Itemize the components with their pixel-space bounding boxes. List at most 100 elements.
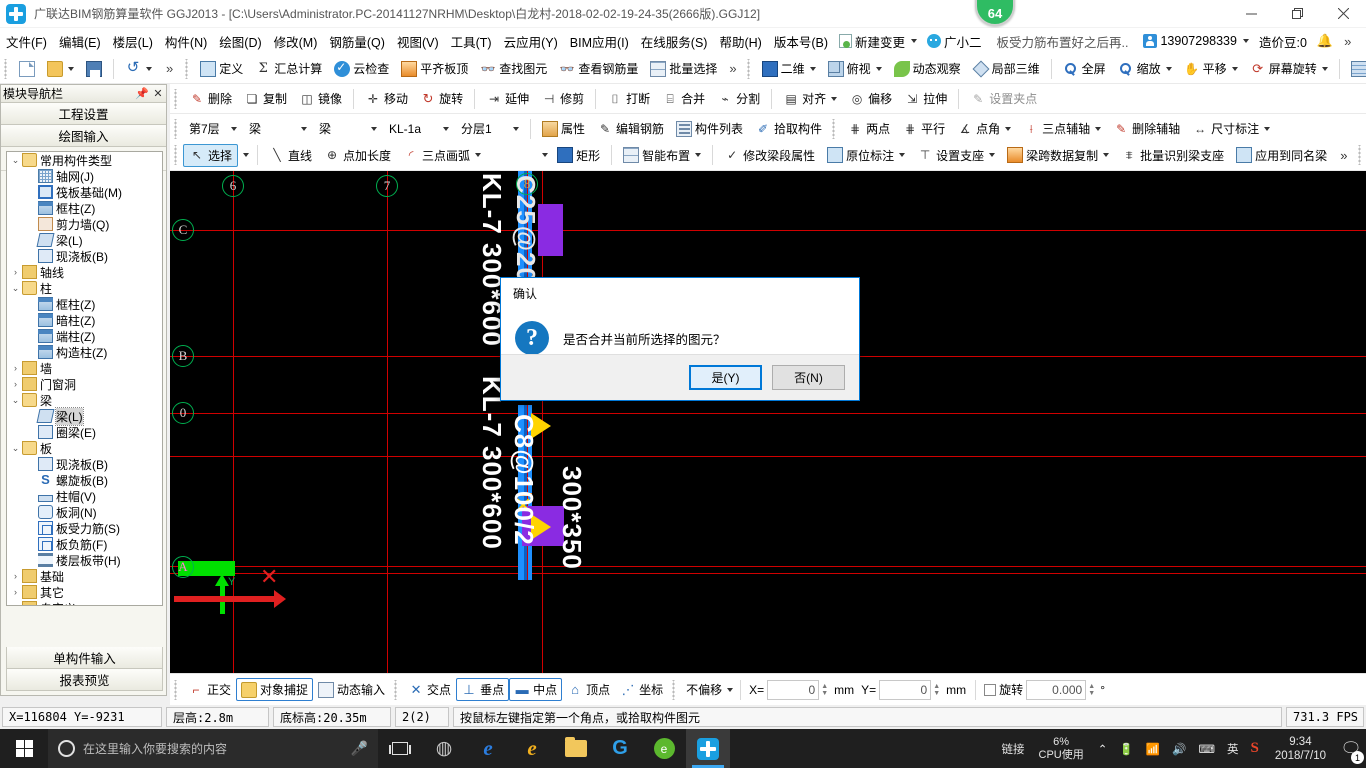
toolbar-grip[interactable]	[173, 88, 180, 109]
taskbar-file-explorer[interactable]	[554, 729, 598, 768]
tree-expander-icon[interactable]: ⌄	[9, 395, 22, 406]
tree-item-22[interactable]: 板洞(N)	[7, 504, 162, 520]
rotate-toggle[interactable]: 旋转	[981, 679, 1026, 700]
tree-item-16[interactable]: 梁(L)	[7, 406, 162, 426]
component-tree[interactable]: ⌄ 常用构件类型 轴网(J) 筏板基础(M) 框柱(Z) 剪力墙(Q) 梁(L) 现浇板(B)…	[6, 151, 163, 606]
select-tool-dropdown[interactable]	[238, 150, 252, 160]
tree-item-1[interactable]: 轴网(J)	[7, 168, 162, 184]
object-snap-toggle[interactable]: 对象捕捉	[236, 678, 314, 701]
cloud-check-button[interactable]: 云检查	[328, 57, 395, 80]
pick-component-button[interactable]: ✐ 拾取构件	[749, 117, 828, 140]
tree-item-13[interactable]: › 墙	[7, 360, 162, 376]
dialog-yes-button[interactable]: 是(Y)	[689, 365, 762, 390]
extend-button[interactable]: ⇥ 延伸	[480, 87, 535, 110]
tree-item-12[interactable]: 构造柱(Z)	[7, 344, 162, 360]
minimize-button[interactable]	[1228, 0, 1274, 28]
menu-item-component[interactable]: 构件(N)	[159, 29, 213, 54]
menubar-overflow-chevron[interactable]: »	[1338, 34, 1357, 49]
task-view-button[interactable]	[378, 729, 422, 768]
tree-item-0[interactable]: ⌄ 常用构件类型	[7, 152, 162, 168]
tree-expander-icon[interactable]: ⌄	[9, 155, 22, 166]
line-button[interactable]: ╲ 直线	[263, 144, 318, 167]
tree-item-27[interactable]: › 其它	[7, 584, 162, 600]
tree-item-3[interactable]: 框柱(Z)	[7, 200, 162, 216]
merge-button[interactable]: ⌸ 合并	[656, 87, 711, 110]
select-floor-button[interactable]: 选择楼层	[1345, 57, 1366, 80]
taskbar-search[interactable]: 在这里输入你要搜索的内容 🎤	[48, 729, 378, 768]
align-button[interactable]: ▤ 对齐	[777, 87, 843, 110]
close-icon[interactable]: ✕	[150, 87, 166, 100]
taskbar-360-browser[interactable]: ◍	[422, 729, 466, 768]
component-type-selector[interactable]: 梁	[313, 117, 383, 140]
new-change-button[interactable]: 新建变更	[834, 30, 922, 53]
pan-button[interactable]: ✋ 平移	[1178, 57, 1244, 80]
three-point-arc-button[interactable]: ◜ 三点画弧	[397, 144, 487, 167]
set-grip-button[interactable]: ✎ 设置夹点	[964, 87, 1043, 110]
axis-bubble-a[interactable]: A	[172, 556, 194, 578]
tree-item-23[interactable]: 板受力筋(S)	[7, 520, 162, 536]
ime-indicator[interactable]: 英	[1221, 741, 1245, 757]
new-button[interactable]	[13, 58, 41, 80]
tree-item-17[interactable]: 圈梁(E)	[7, 424, 162, 440]
volume-icon[interactable]: 🔊	[1166, 742, 1192, 756]
in-situ-annotation-button[interactable]: 原位标注	[821, 144, 911, 167]
open-button[interactable]	[41, 58, 80, 80]
find-element-button[interactable]: 👓 查找图元	[474, 57, 553, 80]
menu-item-modify[interactable]: 修改(M)	[268, 29, 324, 54]
tree-item-25[interactable]: 楼层板带(H)	[7, 552, 162, 568]
toolbar1-overflow-chevron[interactable]: »	[158, 61, 181, 76]
sogou-icon[interactable]: S	[1244, 740, 1264, 757]
axis-bubble-0[interactable]: 0	[172, 402, 194, 424]
toolbar-grip[interactable]	[184, 58, 192, 79]
microphone-icon[interactable]: 🎤	[351, 740, 368, 757]
toolbar-grip[interactable]	[393, 679, 401, 700]
single-component-input-button[interactable]: 单构件输入	[6, 647, 163, 669]
tree-item-5[interactable]: 梁(L)	[7, 232, 162, 248]
dynamic-input-toggle[interactable]: 动态输入	[313, 678, 390, 701]
toolbar-grip[interactable]	[3, 58, 10, 79]
taskbar-ie[interactable]: e	[510, 729, 554, 768]
rotate-spinner[interactable]: ▲ ▼	[1086, 680, 1097, 700]
toolbar-grip[interactable]	[745, 58, 753, 79]
menu-item-edit[interactable]: 编辑(E)	[53, 29, 107, 54]
smart-layout-button[interactable]: 智能布置	[617, 144, 707, 167]
component-category-selector[interactable]: 梁	[243, 117, 313, 140]
notification-center-button[interactable]: 🗨 1	[1336, 729, 1366, 768]
draw-mode-dropdown[interactable]	[537, 150, 551, 160]
y-input[interactable]: 0	[879, 679, 932, 700]
tree-item-8[interactable]: ⌄ 柱	[7, 280, 162, 296]
y-spinner[interactable]: ▲ ▼	[931, 680, 942, 700]
report-preview-button[interactable]: 报表预览	[6, 669, 163, 691]
tree-expander-icon[interactable]: ⌄	[9, 283, 22, 294]
restore-button[interactable]	[1274, 0, 1320, 28]
offset-button[interactable]: ◎ 偏移	[843, 87, 898, 110]
menu-item-bim[interactable]: BIM应用(I)	[564, 29, 635, 54]
battery-icon[interactable]: 🔋	[1113, 742, 1139, 756]
batch-recognize-support-button[interactable]: ⩨ 批量识别梁支座	[1115, 144, 1230, 167]
stretch-button[interactable]: ⇲ 拉伸	[898, 87, 953, 110]
axis-bubble-7[interactable]: 7	[376, 175, 398, 197]
taskbar-green-browser[interactable]: e	[642, 729, 686, 768]
user-nick-button[interactable]: 广小二	[922, 30, 987, 53]
break-button[interactable]: ⌷ 打断	[601, 87, 656, 110]
taskbar-edge[interactable]: e	[466, 729, 510, 768]
menu-item-rebar[interactable]: 钢筋量(Q)	[323, 29, 391, 54]
taskbar-glodon-ggj[interactable]	[686, 729, 730, 768]
tree-item-20[interactable]: S 螺旋板(B)	[7, 472, 162, 488]
toolbar-grip[interactable]	[671, 679, 679, 700]
view-2d-button[interactable]: 二维	[756, 57, 822, 80]
menu-item-cloud[interactable]: 云应用(Y)	[498, 29, 564, 54]
point-plus-length-button[interactable]: ⊕ 点加长度	[318, 144, 397, 167]
two-point-button[interactable]: ⋕ 两点	[841, 117, 896, 140]
set-support-button[interactable]: ⊤ 设置支座	[911, 144, 1001, 167]
tree-item-26[interactable]: › 基础	[7, 568, 162, 584]
search-input[interactable]: 在这里输入你要搜索的内容	[83, 740, 343, 757]
axis-bubble-b[interactable]: B	[172, 345, 194, 367]
pin-icon[interactable]: 📌	[134, 87, 150, 100]
menu-item-file[interactable]: 文件(F)	[0, 29, 53, 54]
tray-clock[interactable]: 9:34 2018/7/10	[1265, 735, 1336, 763]
mirror-button[interactable]: ◫ 镜像	[293, 87, 348, 110]
beam-span-copy-button[interactable]: 梁跨数据复制	[1001, 144, 1115, 167]
batch-select-button[interactable]: 批量选择	[644, 57, 723, 80]
dialog-no-button[interactable]: 否(N)	[772, 365, 845, 390]
